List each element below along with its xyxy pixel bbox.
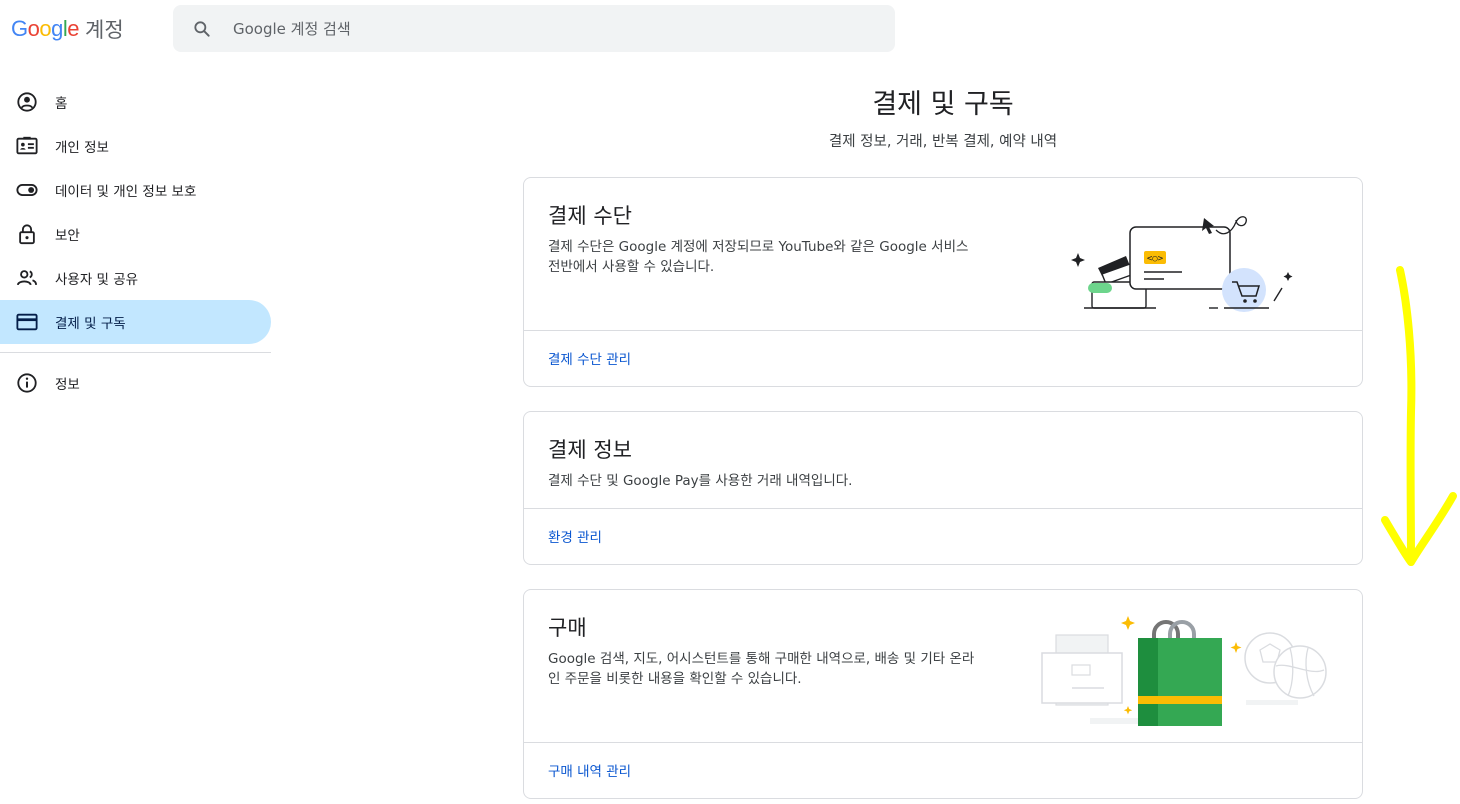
- card-description: Google 검색, 지도, 어시스턴트를 통해 구매한 내역으로, 배송 및 …: [548, 651, 975, 687]
- search-icon[interactable]: [192, 19, 212, 39]
- payment-methods-illustration: <○>: [1071, 216, 1293, 312]
- sidebar-item-label: 결제 및 구독: [55, 316, 126, 332]
- sidebar-item-label: 홈: [55, 96, 68, 112]
- id-card-icon: [16, 136, 38, 155]
- page-title: 결제 및 구독: [872, 89, 1014, 120]
- svg-text:<○>: <○>: [1147, 254, 1164, 264]
- page-subtitle: 결제 정보, 거래, 반복 결제, 예약 내역: [828, 134, 1058, 150]
- card-description: 결제 수단은 Google 계정에 저장되므로 YouTube와 같은 Goog…: [548, 239, 969, 275]
- card-divider: [524, 742, 1362, 743]
- payment-info-card: 결제 정보 결제 수단 및 Google Pay를 사용한 거래 내역입니다. …: [523, 411, 1363, 565]
- annotation-arrow-icon: [1381, 266, 1457, 566]
- sidebar-nav: 홈 개인 정보 데이터 및 개인 정보 보호 보안 사용자 및 공유 결제 및 …: [0, 80, 271, 405]
- sidebar-divider: [0, 352, 271, 353]
- purchases-illustration: [1041, 616, 1327, 726]
- sidebar-item-people-sharing[interactable]: 사용자 및 공유: [0, 256, 271, 300]
- manage-settings-link[interactable]: 환경 관리: [548, 526, 602, 546]
- card-title: 결제 수단: [548, 204, 632, 228]
- sidebar-item-payments-subscriptions[interactable]: 결제 및 구독: [0, 300, 271, 344]
- card-title: 결제 정보: [548, 438, 632, 462]
- sidebar-item-personal-info[interactable]: 개인 정보: [0, 124, 271, 168]
- logo-sub-label: 계정: [85, 18, 124, 42]
- sidebar-item-label: 정보: [55, 377, 80, 393]
- search-input[interactable]: [231, 18, 855, 39]
- google-account-logo[interactable]: Google 계정: [11, 13, 124, 45]
- manage-purchases-link[interactable]: 구매 내역 관리: [548, 760, 631, 780]
- sidebar-item-label: 사용자 및 공유: [55, 272, 139, 288]
- sidebar-item-label: 보안: [55, 228, 80, 244]
- purchases-card: 구매 Google 검색, 지도, 어시스턴트를 통해 구매한 내역으로, 배송…: [523, 589, 1363, 799]
- credit-card-icon: [16, 313, 38, 331]
- account-circle-icon: [17, 92, 37, 112]
- lock-icon: [19, 224, 35, 245]
- card-title: 구매: [548, 616, 587, 640]
- top-bar: Google 계정: [0, 0, 1460, 60]
- google-logo-text: Google: [11, 16, 80, 41]
- card-divider: [524, 508, 1362, 509]
- sidebar-item-label: 개인 정보: [55, 140, 109, 156]
- toggle-icon: [16, 184, 38, 196]
- sidebar-item-label: 데이터 및 개인 정보 보호: [55, 184, 197, 200]
- sidebar-item-home[interactable]: 홈: [0, 80, 271, 124]
- payment-methods-card: 결제 수단 결제 수단은 Google 계정에 저장되므로 YouTube와 같…: [523, 177, 1363, 387]
- people-icon: [16, 270, 38, 286]
- sidebar-item-data-privacy[interactable]: 데이터 및 개인 정보 보호: [0, 168, 271, 212]
- info-icon: [17, 373, 37, 393]
- sidebar-item-about[interactable]: 정보: [0, 361, 271, 405]
- card-description: 결제 수단 및 Google Pay를 사용한 거래 내역입니다.: [548, 473, 853, 489]
- card-divider: [524, 330, 1362, 331]
- manage-payment-methods-link[interactable]: 결제 수단 관리: [548, 348, 631, 368]
- search-bar[interactable]: [173, 5, 895, 52]
- sidebar-item-security[interactable]: 보안: [0, 212, 271, 256]
